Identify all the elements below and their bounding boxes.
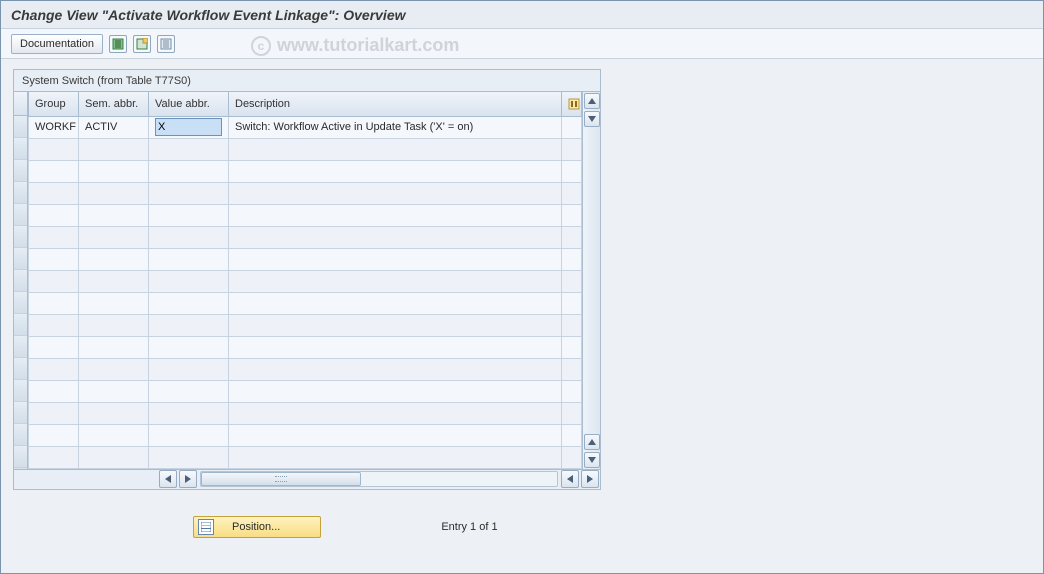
scroll-thumb[interactable] xyxy=(201,472,361,486)
scroll-right-icon[interactable] xyxy=(581,470,599,488)
table-row[interactable] xyxy=(29,204,582,226)
scroll-down-icon[interactable] xyxy=(584,111,600,127)
scroll-left-icon[interactable] xyxy=(561,470,579,488)
entry-count: Entry 1 of 1 xyxy=(441,521,497,533)
table-row[interactable] xyxy=(29,182,582,204)
table-row[interactable] xyxy=(29,336,582,358)
row-selector[interactable] xyxy=(14,248,27,270)
table-row[interactable] xyxy=(29,248,582,270)
col-header-group[interactable]: Group xyxy=(29,92,79,116)
table-row[interactable] xyxy=(29,380,582,402)
row-selector[interactable] xyxy=(14,336,27,358)
system-switch-panel: System Switch (from Table T77S0) xyxy=(13,69,601,490)
row-selector[interactable] xyxy=(14,138,27,160)
table-row[interactable] xyxy=(29,314,582,336)
cell-sem: ACTIV xyxy=(79,116,149,138)
position-icon xyxy=(198,519,214,535)
table-row[interactable] xyxy=(29,270,582,292)
cell-group: WORKF xyxy=(29,116,79,138)
scroll-right-icon[interactable] xyxy=(179,470,197,488)
row-selector[interactable] xyxy=(14,182,27,204)
footer: Position... Entry 1 of 1 xyxy=(1,508,1043,546)
value-input[interactable] xyxy=(155,118,222,136)
scroll-down-icon[interactable] xyxy=(584,452,600,468)
grid: Group Sem. abbr. Value abbr. Description… xyxy=(14,91,600,469)
horizontal-scrollbar xyxy=(14,469,600,489)
table-row[interactable]: WORKF ACTIV Switch: Workflow Active in U… xyxy=(29,116,582,138)
col-header-val[interactable]: Value abbr. xyxy=(149,92,229,116)
scroll-track[interactable] xyxy=(200,471,558,487)
documentation-button[interactable]: Documentation xyxy=(11,34,103,54)
cell-desc: Switch: Workflow Active in Update Task (… xyxy=(229,116,562,138)
panel-title: System Switch (from Table T77S0) xyxy=(14,70,600,91)
table: Group Sem. abbr. Value abbr. Description… xyxy=(28,92,582,469)
row-selector[interactable] xyxy=(14,402,27,424)
row-selector[interactable] xyxy=(14,116,27,138)
select-all-icon[interactable] xyxy=(109,35,127,53)
row-selector[interactable] xyxy=(14,314,27,336)
table-row[interactable] xyxy=(29,358,582,380)
table-row[interactable] xyxy=(29,446,582,468)
col-header-sem[interactable]: Sem. abbr. xyxy=(79,92,149,116)
table-row[interactable] xyxy=(29,160,582,182)
position-label: Position... xyxy=(232,521,280,533)
row-selector[interactable] xyxy=(14,292,27,314)
row-selector[interactable] xyxy=(14,204,27,226)
table-settings-icon[interactable] xyxy=(157,35,175,53)
page-title: Change View "Activate Workflow Event Lin… xyxy=(1,1,1043,29)
row-selector[interactable] xyxy=(14,380,27,402)
table-config-icon[interactable] xyxy=(562,92,582,116)
row-selector[interactable] xyxy=(14,226,27,248)
scroll-left-icon[interactable] xyxy=(159,470,177,488)
row-selector[interactable] xyxy=(14,160,27,182)
deselect-all-icon[interactable] xyxy=(133,35,151,53)
row-selector[interactable] xyxy=(14,446,27,468)
row-selector-header xyxy=(14,92,27,116)
cell-val xyxy=(149,116,229,138)
table-row[interactable] xyxy=(29,424,582,446)
position-button[interactable]: Position... xyxy=(193,516,321,538)
scroll-up-icon[interactable] xyxy=(584,434,600,450)
table-row[interactable] xyxy=(29,138,582,160)
cell-cfg xyxy=(562,116,582,138)
toolbar: Documentation xyxy=(1,29,1043,59)
table-row[interactable] xyxy=(29,292,582,314)
table-row[interactable] xyxy=(29,402,582,424)
row-selector[interactable] xyxy=(14,358,27,380)
row-selector[interactable] xyxy=(14,270,27,292)
row-selector-column xyxy=(14,92,28,469)
table-row[interactable] xyxy=(29,226,582,248)
vertical-scrollbar[interactable] xyxy=(582,92,600,469)
scroll-up-icon[interactable] xyxy=(584,93,600,109)
sap-window: Change View "Activate Workflow Event Lin… xyxy=(0,0,1044,574)
col-header-desc[interactable]: Description xyxy=(229,92,562,116)
row-selector[interactable] xyxy=(14,424,27,446)
